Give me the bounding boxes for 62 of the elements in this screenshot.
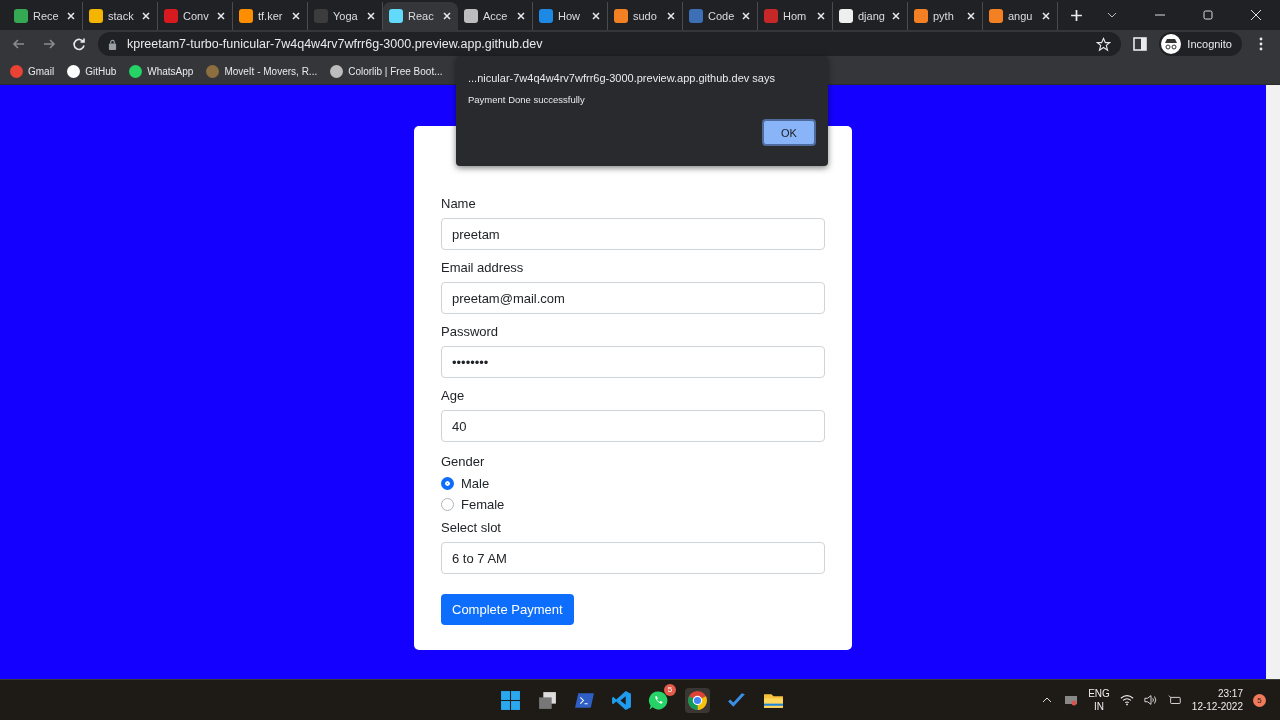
clock[interactable]: 23:17 12-12-2022	[1191, 686, 1243, 714]
side-panel-icon[interactable]	[1132, 36, 1149, 52]
input-field[interactable]: preetam	[441, 218, 825, 250]
field-label: Email address	[441, 260, 525, 275]
language-indicator[interactable]: ENG IN	[1088, 686, 1110, 714]
speaker-icon[interactable]	[1143, 694, 1158, 706]
close-icon[interactable]	[666, 11, 676, 21]
field-label: Name	[441, 196, 477, 211]
close-icon[interactable]	[291, 11, 301, 21]
notification-badge: 5	[664, 683, 676, 696]
notification-badge[interactable]: 5	[1253, 693, 1266, 707]
close-icon[interactable]	[66, 11, 76, 21]
incognito-icon	[1161, 34, 1182, 54]
input-field[interactable]: 40	[441, 410, 825, 442]
browser-icon[interactable]	[685, 687, 710, 713]
complete-payment-button[interactable]: Complete Payment	[441, 594, 574, 625]
radio-option[interactable]: Female	[441, 497, 825, 512]
close-icon[interactable]	[141, 11, 151, 21]
scrollbar[interactable]	[1266, 85, 1280, 679]
new-tab-icon[interactable]	[1070, 9, 1083, 22]
select-field[interactable]: 6 to 7 AM	[441, 542, 825, 574]
chat-app-icon[interactable]	[648, 689, 669, 711]
wifi-icon[interactable]	[1119, 694, 1134, 706]
ok-button[interactable]: OK	[762, 119, 816, 146]
close-icon[interactable]	[591, 11, 601, 21]
input-field[interactable]: ••••••••	[441, 346, 825, 378]
close-icon[interactable]	[966, 11, 976, 21]
battery-icon[interactable]	[1167, 694, 1182, 706]
reload-icon[interactable]	[71, 36, 87, 52]
input-field[interactable]: preetam@mail.com	[441, 282, 825, 314]
browser-tab[interactable]: Reac	[383, 2, 458, 30]
close-icon[interactable]	[442, 11, 452, 21]
windows-start-icon[interactable]	[500, 689, 521, 711]
field-label: Age	[441, 388, 466, 403]
dialog-message: Payment Done successfully	[468, 94, 586, 105]
dialog-title: ...nicular-7w4q4w4rv7wfrr6g-3000.preview.app.github.dev says	[468, 72, 776, 84]
close-icon[interactable]	[816, 11, 826, 21]
close-icon[interactable]	[741, 11, 751, 21]
close-icon[interactable]	[891, 11, 901, 21]
bookmark[interactable]: Gmail	[10, 64, 55, 78]
bookmark[interactable]: MoveIt - Movers, R...	[206, 64, 318, 78]
bookmark[interactable]: WhatsApp	[129, 64, 194, 78]
field-label: Select slot	[441, 520, 502, 535]
radio-button[interactable]	[441, 477, 454, 490]
bookmark[interactable]: Colorlib | Free Boot...	[330, 64, 443, 78]
address-bar[interactable]: kpreetam7-turbo-funicular-7w4q4w4rv7wfrr6g-3000.preview.app.github.dev	[98, 32, 1122, 56]
code-editor-icon[interactable]	[611, 689, 632, 711]
close-icon[interactable]	[1250, 9, 1262, 21]
radio-option[interactable]: Male	[441, 476, 825, 491]
close-icon[interactable]	[1041, 11, 1051, 21]
star-icon[interactable]	[1096, 36, 1112, 52]
tray-app-icon[interactable]	[1064, 694, 1079, 706]
field-label: Password	[441, 324, 500, 339]
maximize-icon[interactable]	[1202, 9, 1214, 21]
close-icon[interactable]	[216, 11, 226, 21]
bookmark[interactable]: GitHub	[67, 64, 117, 78]
field-label: Gender	[441, 454, 486, 469]
lock-icon	[108, 38, 117, 50]
task-view-icon[interactable]	[537, 689, 558, 711]
profile-button[interactable]: Incognito	[1159, 32, 1242, 56]
close-icon[interactable]	[366, 11, 376, 21]
close-icon[interactable]	[516, 11, 526, 21]
